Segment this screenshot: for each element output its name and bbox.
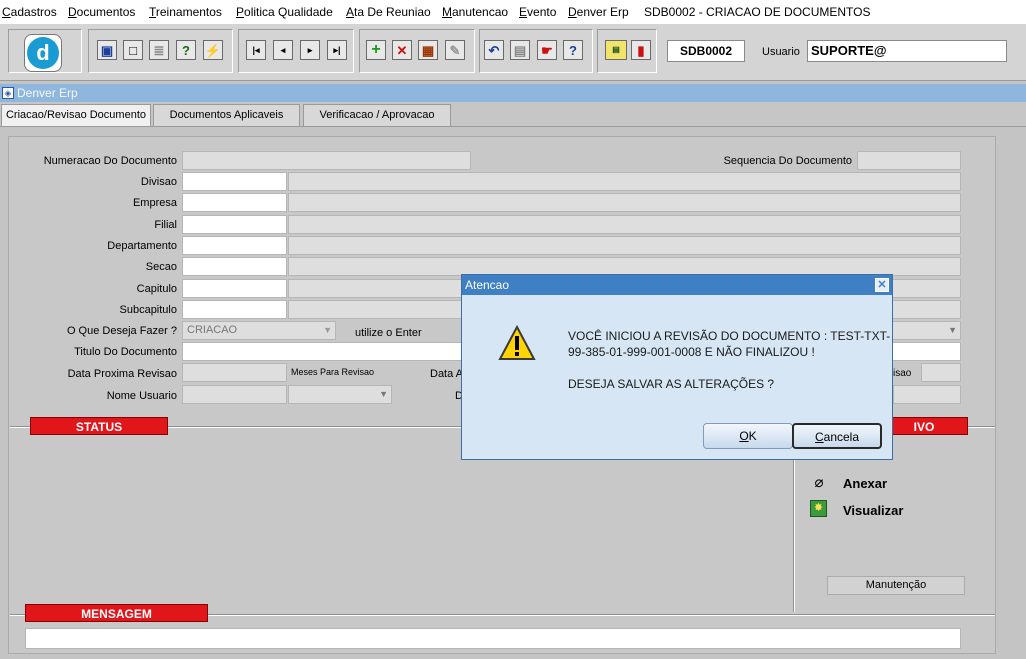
- menu-denver-erp[interactable]: Denver Erp: [568, 5, 629, 19]
- menu-politica-qualidade[interactable]: Politica Qualidade: [236, 5, 333, 19]
- undo-icon[interactable]: ↶: [484, 40, 504, 60]
- warning-icon: [498, 324, 536, 364]
- form-code-badge: SDB0002: [667, 40, 745, 62]
- filial-desc-field: [288, 215, 961, 234]
- numeracao-field[interactable]: [182, 151, 471, 170]
- menu-cadastros[interactable]: Cadastros: [2, 5, 57, 19]
- tab-documentos-aplicaveis[interactable]: Documentos Aplicaveis: [153, 104, 300, 126]
- acao-label: O Que Deseja Fazer ?: [66, 325, 177, 337]
- user-label: Usuario: [762, 46, 800, 58]
- menu-icon[interactable]: ▤: [605, 40, 627, 60]
- tab-verificacao-aprovacao[interactable]: Verificacao / Aprovacao: [303, 104, 451, 126]
- filial-label: Filial: [154, 219, 177, 231]
- dialog-message-line1: VOCÊ INICIOU A REVISÃO DO DOCUMENTO : TE…: [568, 329, 891, 343]
- nome-usuario-label: Nome Usuario: [106, 390, 177, 402]
- acao-hint: utilize o Enter: [355, 327, 422, 339]
- secao-label: Secao: [145, 261, 177, 273]
- acao-select[interactable]: CRIACAO ▼: [182, 321, 336, 340]
- data-proxima-label: Data Proxima Revisao: [67, 368, 177, 380]
- menu-bar: Cadastros Documentos Treinamentos Politi…: [0, 0, 1026, 24]
- alert-dialog: Atencao ✕ VOCÊ INICIOU A REVISÃO DO DOCU…: [461, 274, 893, 460]
- menu-manutencao[interactable]: Manutencao: [442, 5, 508, 19]
- save-icon[interactable]: ▣: [97, 40, 117, 60]
- chevron-down-icon: ▼: [379, 389, 388, 399]
- settings-icon[interactable]: ☛: [537, 40, 557, 60]
- manutencao-button[interactable]: Manutenção: [827, 576, 965, 595]
- window-title: Denver Erp: [17, 86, 78, 100]
- close-icon[interactable]: ✕: [875, 278, 889, 292]
- titulo-label: Titulo Do Documento: [74, 346, 177, 358]
- edit-icon[interactable]: ✎: [445, 40, 465, 60]
- window-icon: ◈: [2, 87, 14, 99]
- subcapitulo-code-field[interactable]: [182, 300, 287, 319]
- sequencia-field[interactable]: [857, 151, 961, 170]
- empresa-label: Empresa: [132, 197, 177, 209]
- right-field-partial[interactable]: [893, 385, 961, 404]
- divisao-code-field[interactable]: [182, 172, 287, 191]
- mensagem-header: MENSAGEM: [25, 604, 208, 622]
- image-icon[interactable]: ✸: [810, 500, 827, 517]
- window-icon[interactable]: □: [123, 40, 143, 60]
- chevron-down-icon: ▼: [323, 325, 332, 335]
- chevron-down-icon: ▼: [948, 325, 957, 335]
- window-title-bar: ◈ Denver Erp: [0, 84, 1026, 102]
- meses-label: Meses Para Revisao: [291, 367, 375, 377]
- delete-record-icon[interactable]: ✕: [392, 40, 412, 60]
- last-record-icon[interactable]: ▸|: [327, 40, 347, 60]
- divisao-label: Divisao: [140, 176, 177, 188]
- mensagem-field[interactable]: [25, 628, 961, 649]
- data-a-label: Data A: [430, 368, 464, 380]
- data-proxima-field[interactable]: [182, 363, 287, 382]
- filial-code-field[interactable]: [182, 215, 287, 234]
- clear-record-icon[interactable]: ▦: [418, 40, 438, 60]
- right-select-partial[interactable]: ▼: [892, 321, 961, 340]
- menu-documentos[interactable]: Documentos: [68, 5, 135, 19]
- menu-ata-de-reuniao[interactable]: Ata De Reuniao: [346, 5, 431, 19]
- tab-criacao-revisao[interactable]: Criacao/Revisao Documento: [1, 104, 151, 126]
- divisao-desc-field: [288, 172, 961, 191]
- dialog-message-line2: 99-385-01-999-001-0008 E NÃO FINALIZOU !: [568, 345, 815, 359]
- next-record-icon[interactable]: ▸: [300, 40, 320, 60]
- subcapitulo-label: Subcapitulo: [119, 304, 178, 316]
- empresa-desc-field: [288, 193, 961, 212]
- nome-usuario-select[interactable]: ▼: [288, 385, 392, 404]
- paperclip-icon[interactable]: ⌀: [811, 474, 827, 492]
- dialog-message-line3: DESEJA SALVAR AS ALTERAÇÕES ?: [568, 377, 775, 391]
- status-header: STATUS: [30, 417, 168, 435]
- denver-logo-icon: d: [24, 34, 62, 72]
- arquivo-header: IVO: [880, 417, 968, 435]
- user-field[interactable]: SUPORTE@: [807, 40, 1007, 62]
- nome-usuario-field[interactable]: [182, 385, 287, 404]
- paste-icon[interactable]: ▤: [510, 40, 530, 60]
- anexar-button[interactable]: Anexar: [843, 476, 887, 491]
- menu-treinamentos[interactable]: Treinamentos: [149, 5, 222, 19]
- ok-button[interactable]: OK: [703, 423, 793, 449]
- capitulo-label: Capitulo: [136, 283, 177, 295]
- capitulo-code-field[interactable]: [182, 279, 287, 298]
- departamento-desc-field: [288, 236, 961, 255]
- visualizar-button[interactable]: Visualizar: [843, 503, 903, 518]
- dialog-title: Atencao: [462, 275, 892, 295]
- tab-bar: Criacao/Revisao Documento Documentos Apl…: [0, 102, 1026, 127]
- sequencia-label: Sequencia Do Documento: [723, 155, 852, 167]
- exit-icon[interactable]: ▮: [631, 40, 651, 60]
- print-icon[interactable]: ≣: [149, 40, 169, 60]
- empresa-code-field[interactable]: [182, 193, 287, 212]
- departamento-label: Departamento: [107, 240, 177, 252]
- menu-evento[interactable]: Evento: [519, 5, 556, 19]
- execute-query-icon[interactable]: ⚡: [203, 40, 223, 60]
- first-record-icon[interactable]: |◂: [246, 40, 266, 60]
- insert-record-icon[interactable]: +: [366, 40, 386, 60]
- query-help-icon[interactable]: ?: [176, 40, 196, 60]
- previous-record-icon[interactable]: ◂: [273, 40, 293, 60]
- form-title: SDB0002 - CRIACAO DE DOCUMENTOS: [644, 5, 871, 19]
- secao-code-field[interactable]: [182, 257, 287, 276]
- departamento-code-field[interactable]: [182, 236, 287, 255]
- cancel-button[interactable]: Cancela: [792, 423, 882, 449]
- numeracao-label: Numeracao Do Documento: [43, 155, 177, 167]
- help-icon[interactable]: ?: [563, 40, 583, 60]
- revisao-field[interactable]: [921, 363, 961, 382]
